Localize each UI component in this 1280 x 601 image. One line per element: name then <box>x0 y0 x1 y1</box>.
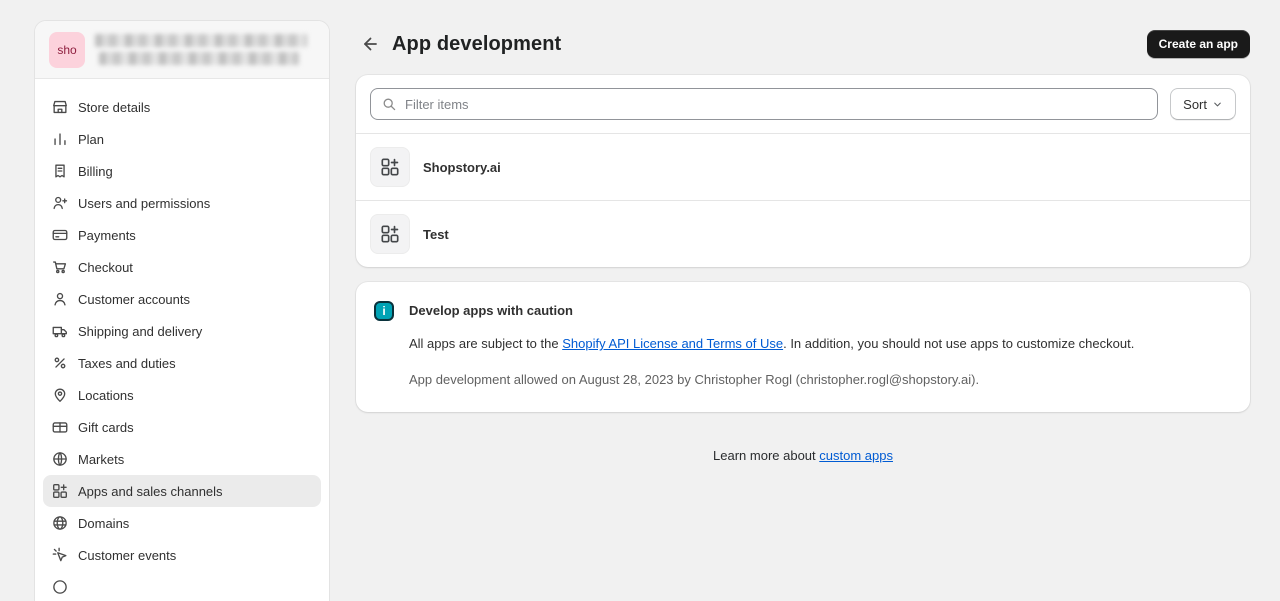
caution-banner-card: i Develop apps with caution All apps are… <box>356 282 1250 412</box>
filter-box <box>370 88 1158 120</box>
sort-button[interactable]: Sort <box>1170 88 1236 120</box>
app-row-shopstory[interactable]: Shopstory.ai <box>356 133 1250 200</box>
sidebar-item-apps-and-sales-channels[interactable]: Apps and sales channels <box>43 475 321 507</box>
sidebar-item-plan[interactable]: Plan <box>43 123 321 155</box>
shipping-delivery-icon <box>51 322 69 340</box>
apps-list-card: Sort Shopstory.ai Test <box>356 75 1250 267</box>
sidebar-item-label: Locations <box>78 388 134 402</box>
sidebar-item-label: Store details <box>78 100 150 114</box>
redacted-line-1 <box>95 34 307 47</box>
app-name: Shopstory.ai <box>423 160 501 175</box>
sidebar-item-checkout[interactable]: Checkout <box>43 251 321 283</box>
footer-note: Learn more about custom apps <box>356 448 1250 463</box>
sidebar-item-label: Users and permissions <box>78 196 210 210</box>
app-icon-tile <box>370 147 410 187</box>
api-license-link[interactable]: Shopify API License and Terms of Use <box>562 336 783 351</box>
banner-body-suffix: . In addition, you should not use apps t… <box>783 336 1134 351</box>
locations-icon <box>51 386 69 404</box>
sidebar-item-billing[interactable]: Billing <box>43 155 321 187</box>
customer-events-icon <box>51 546 69 564</box>
sidebar-item-label: Plan <box>78 132 104 146</box>
page-title: App development <box>392 33 561 56</box>
sidebar-item-users-and-permissions[interactable]: Users and permissions <box>43 187 321 219</box>
checkout-icon <box>51 258 69 276</box>
info-icon: i <box>374 301 394 321</box>
taxes-duties-icon <box>51 354 69 372</box>
sidebar-item-partial[interactable] <box>43 571 321 601</box>
apps-sales-channels-icon <box>51 482 69 500</box>
app-row-test[interactable]: Test <box>356 200 1250 267</box>
sidebar-item-label: Markets <box>78 452 124 466</box>
sidebar-item-label: Customer events <box>78 548 176 562</box>
sort-button-label: Sort <box>1183 97 1207 112</box>
app-name: Test <box>423 227 449 242</box>
domains-icon <box>51 514 69 532</box>
app-grid-icon <box>379 223 401 245</box>
store-details-icon <box>51 98 69 116</box>
sidebar-item-label: Apps and sales channels <box>78 484 223 498</box>
sidebar-item-taxes-and-duties[interactable]: Taxes and duties <box>43 347 321 379</box>
app-grid-icon <box>379 156 401 178</box>
sidebar-item-label: Taxes and duties <box>78 356 176 370</box>
sidebar-item-store-details[interactable]: Store details <box>43 91 321 123</box>
settings-nav: Store details Plan Billing Users and per… <box>35 79 329 601</box>
sidebar-item-label: Checkout <box>78 260 133 274</box>
banner-title: Develop apps with caution <box>409 300 1134 318</box>
sidebar-item-payments[interactable]: Payments <box>43 219 321 251</box>
sidebar-item-label: Customer accounts <box>78 292 190 306</box>
sidebar-item-markets[interactable]: Markets <box>43 443 321 475</box>
create-an-app-button[interactable]: Create an app <box>1147 30 1250 58</box>
sidebar-item-locations[interactable]: Locations <box>43 379 321 411</box>
chevron-down-icon <box>1212 99 1223 110</box>
filter-items-input[interactable] <box>370 88 1158 120</box>
users-permissions-icon <box>51 194 69 212</box>
app-icon-tile <box>370 214 410 254</box>
footer-prefix: Learn more about <box>713 448 819 463</box>
redacted-line-2 <box>99 52 299 65</box>
back-button[interactable] <box>356 30 384 58</box>
payments-icon <box>51 226 69 244</box>
sidebar-item-label: Gift cards <box>78 420 134 434</box>
store-avatar: sho <box>49 32 85 68</box>
sidebar-item-label: Payments <box>78 228 136 242</box>
settings-sidebar: sho Store details Plan Billing <box>34 20 330 601</box>
back-arrow-icon <box>360 34 380 54</box>
sidebar-item-label: Billing <box>78 164 113 178</box>
partial-item-icon <box>51 578 69 596</box>
banner-content: Develop apps with caution All apps are s… <box>409 300 1134 390</box>
sidebar-item-label: Shipping and delivery <box>78 324 202 338</box>
customer-accounts-icon <box>51 290 69 308</box>
page-header: App development Create an app <box>356 0 1250 58</box>
sidebar-item-customer-events[interactable]: Customer events <box>43 539 321 571</box>
sidebar-item-gift-cards[interactable]: Gift cards <box>43 411 321 443</box>
banner-body: All apps are subject to the Shopify API … <box>409 335 1134 354</box>
sidebar-item-customer-accounts[interactable]: Customer accounts <box>43 283 321 315</box>
billing-icon <box>51 162 69 180</box>
markets-icon <box>51 450 69 468</box>
sidebar-item-domains[interactable]: Domains <box>43 507 321 539</box>
store-header: sho <box>35 21 329 79</box>
main-content: App development Create an app Sort <box>356 0 1250 463</box>
custom-apps-link[interactable]: custom apps <box>819 448 893 463</box>
gift-cards-icon <box>51 418 69 436</box>
sidebar-item-label: Domains <box>78 516 129 530</box>
filter-row: Sort <box>356 75 1250 133</box>
plan-icon <box>51 130 69 148</box>
banner-body-prefix: All apps are subject to the <box>409 336 562 351</box>
banner-allowed-note: App development allowed on August 28, 20… <box>409 371 1134 390</box>
sidebar-item-shipping-and-delivery[interactable]: Shipping and delivery <box>43 315 321 347</box>
store-name-redacted <box>95 34 307 65</box>
